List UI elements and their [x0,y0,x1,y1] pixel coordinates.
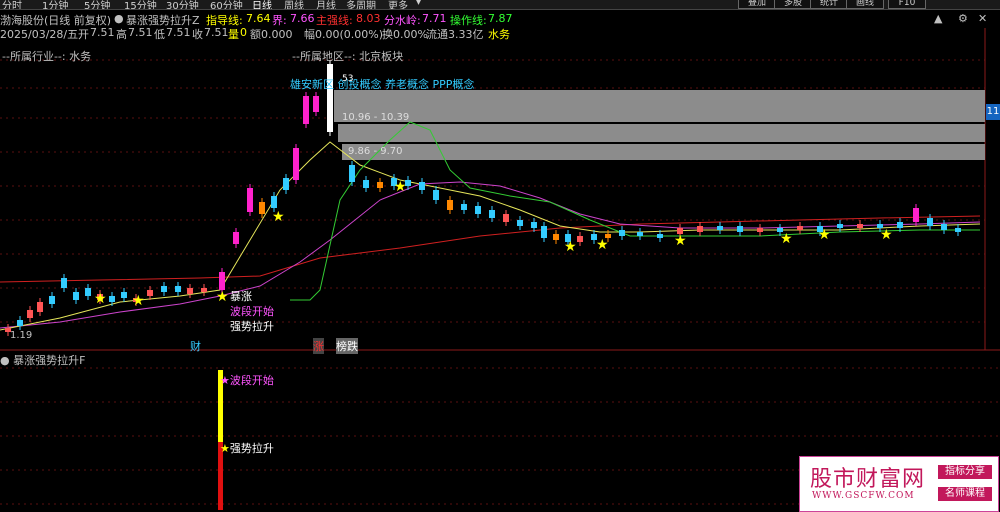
candle-body [161,286,167,292]
signal-star-icon: ★ [272,209,285,225]
zone-rect-upper [334,90,985,122]
watermark-url: WWW.GSCFW.COM [812,491,915,501]
candle-body [461,204,467,210]
candle-body [503,214,509,222]
candle-body [271,196,277,208]
candle-body [377,182,383,188]
candle-body [717,226,723,230]
candle-body [857,224,863,228]
candle-body [475,206,481,214]
sub-annotation-strong-rise: ★强势拉升 [220,442,274,455]
candle-body [349,165,355,182]
candle-body [897,222,903,228]
candle-body [517,220,523,226]
signal-stars: ★ ★ ★ ★ ★ ★ ★ ★ ★ ★ ★ [94,179,893,309]
candle-body [109,296,115,302]
signal-star-icon: ★ [818,227,831,243]
concepts-label: 雄安新区 创投概念 养老概念 PPP概念 [290,78,475,91]
candle-body [913,208,919,222]
candle-body [293,148,299,180]
candle-body [49,296,55,304]
candle-body [553,234,559,240]
candle-body [61,278,67,288]
annotation-surge: 暴涨 [230,290,252,303]
watermark-tag-share: 指标分享 [938,465,992,479]
candle-body [247,188,253,212]
event-zhang[interactable]: 涨 [313,338,324,354]
kline-chart[interactable]: ★ ★ ★ ★ ★ ★ ★ ★ ★ ★ ★ [0,0,1000,512]
candle-body [259,202,265,214]
sub-indicator-title: ● 暴涨强势拉升F [0,354,86,367]
candle-body [313,96,319,112]
candle-body [37,302,43,312]
signal-star-icon: ★ [674,233,687,249]
candle-body [637,232,643,236]
sub-annotation-wave-start-text: 波段开始 [229,374,274,387]
signal-star-icon: ★ [394,179,407,195]
event-cai[interactable]: 财 [190,338,201,354]
candle-body [17,320,23,326]
candle-body [531,222,537,228]
candle-body [219,272,225,290]
candle-body [619,230,625,236]
candle-body [121,292,127,298]
candle-body [187,288,193,294]
annotation-wave-start: 波段开始 [230,305,274,318]
signal-star-icon: ★ [596,237,609,253]
signal-star-icon: ★ [94,291,107,307]
sub-annotation-strong-rise-text: 强势拉升 [229,442,274,455]
signal-star-icon: ★ [564,239,577,255]
candle-body [927,218,933,226]
candle-body [447,200,453,210]
candle-body [175,286,181,292]
peak-price-label: 53 [342,74,354,84]
candle-body [303,96,309,124]
watermark-title: 股市财富网 [810,467,926,492]
signal-star-icon: ★ [216,289,229,305]
candle-body [577,236,583,242]
axis-right-value: 11 [986,104,1000,120]
candle-body [837,224,843,228]
guide-line [0,141,981,331]
candle-body [85,288,91,296]
candle-body [541,226,547,238]
candle-body [147,290,153,296]
watermark-tag-course: 名师课程 [938,487,992,501]
candle-body [233,232,239,244]
candle-body [201,288,207,292]
watermark-logo: 股市财富网 WWW.GSCFW.COM 指标分享 名师课程 [799,456,999,512]
annotation-strong-rise: 强势拉升 [230,320,274,333]
candle-body [737,226,743,232]
zone-lower-label: 9.86 - 9.70 [348,146,403,157]
industry-label: --所属行业--: 水务 [2,50,92,63]
event-bang[interactable]: 榜跌 [336,338,358,354]
sub-annotation-wave-start: ★波段开始 [220,374,274,387]
region-label: --所属地区--: 北京板块 [292,50,404,63]
candle-body [419,182,425,190]
signal-star-icon: ★ [780,231,793,247]
candle-body [941,224,947,230]
candle-body [327,64,333,132]
signal-star-icon: ★ [880,227,893,243]
sub-indicator-name[interactable]: 暴涨强势拉升F [13,354,85,367]
candle-body [657,234,663,238]
zone-upper-label: 10.96 - 10.39 [342,112,410,123]
low-price-label: 1.19 [10,330,33,341]
candle-body [283,178,289,190]
candle-body [433,190,439,200]
candle-body [27,310,33,318]
candle-body [489,210,495,218]
candle-body [757,228,763,232]
candle-body [797,226,803,230]
watershed-line [0,181,981,329]
candle-body [955,228,961,232]
candle-body [363,180,369,188]
candle-body [73,292,79,300]
resistance-zones [334,90,985,160]
signal-star-icon: ★ [132,293,145,309]
candle-body [697,226,703,232]
